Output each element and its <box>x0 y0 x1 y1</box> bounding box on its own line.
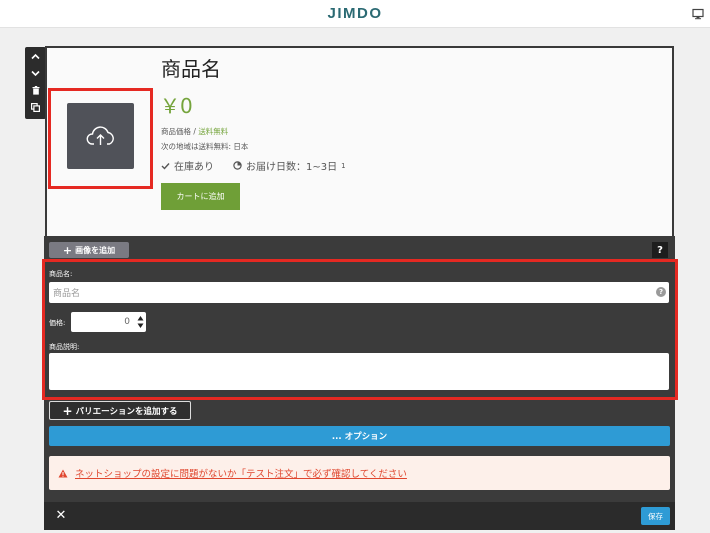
form-highlight-box <box>42 259 678 400</box>
trash-icon <box>32 86 39 95</box>
save-button[interactable]: 保存 <box>641 507 670 525</box>
warning-icon <box>58 469 68 477</box>
duplicate-button[interactable] <box>25 99 46 116</box>
add-image-button[interactable]: + 画像を追加 <box>49 242 129 258</box>
clock-icon <box>233 161 242 170</box>
free-shipping-link[interactable]: 送料無料 <box>198 127 228 136</box>
plus-icon: + <box>62 243 73 257</box>
image-highlight-box <box>48 88 153 189</box>
help-button[interactable]: ? <box>652 242 668 258</box>
options-button[interactable]: ... オプション <box>49 426 670 446</box>
warning-banner: ネットショップの設定に問題がないか「テスト注文」で必ず確認してください <box>49 456 670 490</box>
element-toolbar <box>25 47 46 119</box>
check-icon <box>161 162 170 170</box>
copy-icon <box>31 103 40 112</box>
plus-icon: + <box>62 403 73 418</box>
delivery-time: お届け日数：1~3日 1 <box>233 158 346 173</box>
editor-bottom-bar <box>44 502 675 530</box>
move-up-button[interactable] <box>25 48 46 65</box>
delete-button[interactable] <box>25 82 46 99</box>
monitor-icon[interactable] <box>692 8 704 20</box>
top-bar: JIMDO <box>0 0 710 28</box>
chevron-down-icon <box>31 70 40 77</box>
close-icon[interactable]: ✕ <box>54 508 68 523</box>
delivery-footnote: 1 <box>341 161 346 170</box>
stock-status: 在庫あり <box>161 158 214 173</box>
shipping-note: 次の地域は送料無料: 日本 <box>161 142 249 151</box>
add-to-cart-button[interactable]: カートに追加 <box>161 183 240 210</box>
test-order-warning-link[interactable]: ネットショップの設定に問題がないか「テスト注文」で必ず確認してください <box>75 466 407 480</box>
add-variation-button[interactable]: + バリエーションを追加する <box>49 401 191 420</box>
jimdo-logo: JIMDO <box>327 5 383 22</box>
product-title: 商品名 <box>161 57 221 81</box>
product-price: ￥0 <box>160 94 193 118</box>
price-label: 商品価格 / 送料無料 <box>161 127 229 136</box>
chevron-up-icon <box>31 53 40 60</box>
move-down-button[interactable] <box>25 65 46 82</box>
